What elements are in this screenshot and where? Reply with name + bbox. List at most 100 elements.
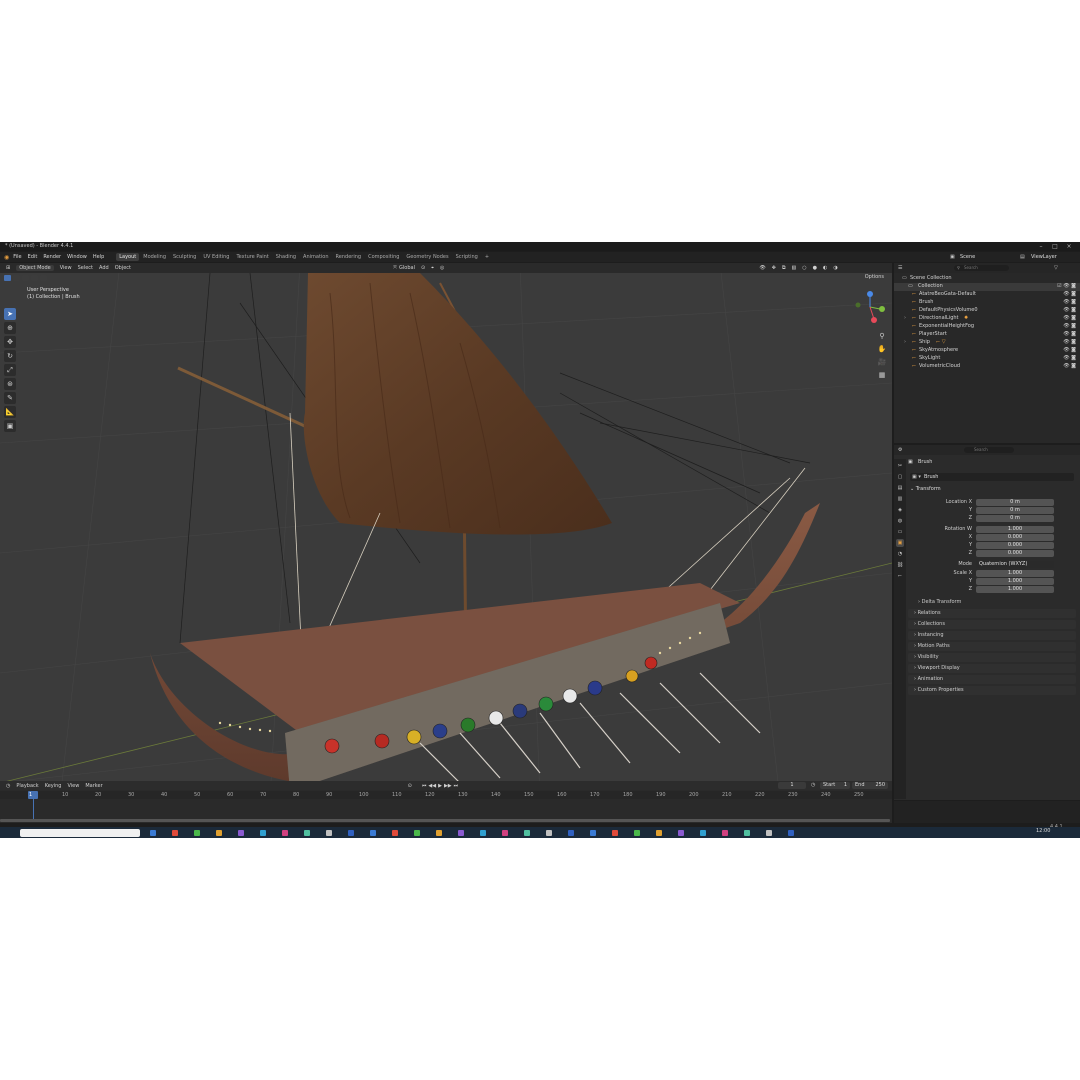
visibility-icon[interactable]: 👁 [759,265,765,271]
taskbar-app-icon[interactable] [766,830,772,836]
outliner-collection[interactable]: ▭ Collection ☑ 👁 ◙ [894,283,1080,291]
timeline-menu-view[interactable]: View [67,783,79,789]
eye-icon[interactable]: 👁 ◙ [1063,363,1076,369]
scale-z-field[interactable]: 1.000 [976,586,1054,593]
taskbar-app-icon[interactable] [700,830,706,836]
outliner-scene-collection[interactable]: ▭ Scene Collection [894,275,1080,283]
taskbar-app-icon[interactable] [458,830,464,836]
rotation-w-field[interactable]: 1.000 [976,526,1054,533]
taskbar-app-icon[interactable] [744,830,750,836]
timeline-menu-playback[interactable]: Playback [16,783,38,789]
tab-uv-editing[interactable]: UV Editing [200,253,232,261]
timeline-ruler[interactable]: 1 10 20 30 40 50 60 70 80 90 100 110 120 130 140 150 160… [0,791,892,799]
taskbar-app-icon[interactable] [150,830,156,836]
record-icon[interactable]: ⊙ [408,783,412,789]
render-tab-icon[interactable]: ▢ [896,473,904,481]
taskbar-app-icon[interactable] [326,830,332,836]
outliner-editor-icon[interactable]: ☰ [898,265,902,271]
zoom-icon[interactable]: ⚲ [877,331,887,341]
object-name-field[interactable]: ▣ ▾ Brush [910,473,1074,481]
gizmo-icon[interactable]: ✥ [772,265,776,271]
measure-tool-icon[interactable]: 📐 [4,406,16,418]
outliner-item[interactable]: ⌐ Brush 👁 ◙ [894,299,1080,307]
properties-search-input[interactable]: Search [964,447,1014,453]
rotate-tool-icon[interactable]: ↻ [4,350,16,362]
minimize-icon[interactable]: – [1036,243,1046,250]
panel-animation[interactable]: › Animation [908,675,1076,684]
taskbar-app-icon[interactable] [480,830,486,836]
outliner-item[interactable]: › ⌐ DirectionalLight ✹ 👁 ◙ [894,315,1080,323]
select-mode-intersect-icon[interactable] [31,274,38,281]
panel-motion-paths[interactable]: › Motion Paths [908,642,1076,651]
rotation-y-field[interactable]: 0.000 [976,542,1054,549]
scale-x-field[interactable]: 1.000 [976,570,1054,577]
tab-compositing[interactable]: Compositing [365,253,402,261]
tab-geometry-nodes[interactable]: Geometry Nodes [403,253,451,261]
select-mode-invert-icon[interactable] [40,274,47,281]
timeline-menu-marker[interactable]: Marker [85,783,102,789]
editor-type-icon[interactable]: ⊞ [6,265,10,271]
ortho-grid-icon[interactable]: ▦ [877,370,887,380]
blender-logo-icon[interactable]: ◉ [4,254,9,261]
rotation-z-field[interactable]: 0.000 [976,550,1054,557]
taskbar-app-icon[interactable] [612,830,618,836]
outliner-item[interactable]: ⌐ AtatreBeoGata-Default 👁 ◙ [894,291,1080,299]
taskbar-app-icon[interactable] [172,830,178,836]
menu-window[interactable]: Window [67,254,87,260]
taskbar-app-icon[interactable] [194,830,200,836]
outliner-item[interactable]: ⌐ DefaultPhysicsVolume0 👁 ◙ [894,307,1080,315]
panel-viewport-display[interactable]: › Viewport Display [908,664,1076,673]
menu-help[interactable]: Help [93,254,104,260]
snap-icon[interactable]: ⌖ [431,265,434,271]
taskbar-app-icon[interactable] [370,830,376,836]
shading-rendered-icon[interactable]: ◑ [833,265,837,271]
outliner-search-input[interactable]: Search [954,265,1009,271]
outliner-item[interactable]: ⌐ SkyLight 👁 ◙ [894,355,1080,363]
select-mode-subtract-icon[interactable] [22,274,29,281]
proportional-icon[interactable]: ◎ [440,265,444,271]
add-cube-tool-icon[interactable]: ▣ [4,420,16,432]
shading-material-icon[interactable]: ◐ [823,265,827,271]
filter-icon[interactable]: ▽ [1054,265,1058,271]
taskbar-app-icon[interactable] [634,830,640,836]
panel-visibility[interactable]: › Visibility [908,653,1076,662]
delta-transform-header[interactable]: › Delta Transform [918,599,961,605]
viewport-options-button[interactable]: Options [865,274,884,280]
eye-icon[interactable]: 👁 ◙ [1063,339,1076,345]
eye-icon[interactable]: 👁 ◙ [1063,355,1076,361]
select-mode-extend-icon[interactable] [13,274,20,281]
taskbar-app-icon[interactable] [678,830,684,836]
eye-icon[interactable]: 👁 ◙ [1063,331,1076,337]
tab-scripting[interactable]: Scripting [453,253,481,261]
current-frame-field[interactable]: 1 [778,782,806,789]
end-frame-field[interactable]: End 250 [852,782,888,789]
tab-texture-paint[interactable]: Texture Paint [233,253,271,261]
pan-hand-icon[interactable]: ✋ [877,344,887,354]
move-tool-icon[interactable]: ✥ [4,336,16,348]
close-icon[interactable]: × [1064,243,1074,250]
3d-viewport[interactable]: ⊞ Object Mode View Select Add Object ⤧ G… [0,263,892,800]
taskbar-app-icon[interactable] [414,830,420,836]
menu-edit[interactable]: Edit [28,254,38,260]
taskbar-app-icon[interactable] [502,830,508,836]
panel-relations[interactable]: › Relations [908,609,1076,618]
timeline-scrollbar[interactable] [0,819,890,822]
start-frame-field[interactable]: Start 1 [820,782,850,789]
rotation-mode-dropdown[interactable]: Quaternion (WXYZ) [976,561,1054,568]
scale-tool-icon[interactable]: ⤢ [4,364,16,376]
eye-icon[interactable]: 👁 ◙ [1063,315,1076,321]
panel-collections[interactable]: › Collections [908,620,1076,629]
panel-custom-properties[interactable]: › Custom Properties [908,686,1076,695]
menu-render[interactable]: Render [43,254,61,260]
panel-instancing[interactable]: › Instancing [908,631,1076,640]
taskbar-app-icon[interactable] [722,830,728,836]
overlay-icon[interactable]: ⧉ [782,265,786,271]
outliner-item[interactable]: ⌐ VolumetricCloud 👁 ◙ [894,363,1080,371]
taskbar-app-icon[interactable] [282,830,288,836]
add-workspace-icon[interactable]: + [482,253,492,261]
outliner-item[interactable]: ⌐ SkyAtmosphere 👁 ◙ [894,347,1080,355]
scale-y-field[interactable]: 1.000 [976,578,1054,585]
taskbar-app-icon[interactable] [524,830,530,836]
xray-icon[interactable]: ▧ [792,265,797,271]
location-x-field[interactable]: 0 m [976,499,1054,506]
